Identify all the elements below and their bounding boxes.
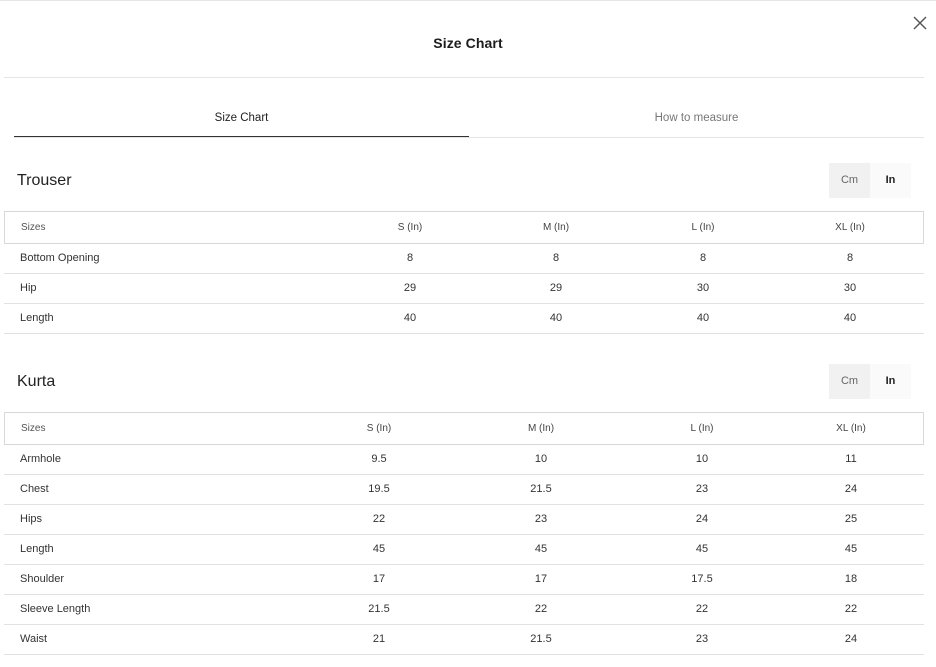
row-value: 21.5 [368, 603, 390, 615]
row-value: 25 [844, 513, 858, 525]
section-title-kurta: Kurta [17, 373, 56, 390]
row-value: 30 [843, 282, 857, 294]
unit-toggle-trouser: Cm In [829, 163, 911, 198]
header-size-col: L (In) [690, 423, 714, 434]
size-table-kurta: Sizes S (In) M (In) L (In) XL (In) Armhole 9.5… [4, 412, 924, 655]
row-label: Bottom Opening [20, 252, 100, 264]
row-value: 40 [843, 312, 857, 324]
table-row: Armhole 9.5 10 10 11 [4, 445, 924, 475]
row-label: Hip [20, 282, 37, 294]
row-value: 45 [695, 543, 709, 555]
row-value: 18 [844, 573, 858, 585]
row-value: 45 [534, 543, 548, 555]
row-value: 30 [696, 282, 710, 294]
header-size-col: XL (In) [835, 222, 865, 233]
unit-in-button[interactable]: In [870, 364, 911, 399]
row-value: 40 [549, 312, 563, 324]
modal-top-border [0, 0, 936, 1]
header-sizes: Sizes [21, 423, 46, 434]
row-value: 19.5 [368, 483, 390, 495]
section-title-trouser: Trouser [17, 172, 72, 189]
unit-cm-button[interactable]: Cm [829, 163, 870, 198]
table-row: Bottom Opening 8 8 8 8 [4, 244, 924, 274]
close-button[interactable] [911, 14, 929, 32]
modal-title: Size Chart [433, 35, 503, 51]
row-value: 21 [372, 633, 386, 645]
tab-bar: Size Chart How to measure [14, 100, 924, 138]
row-value: 29 [549, 282, 563, 294]
table-row: Waist 21 21.5 23 24 [4, 625, 924, 655]
row-label: Armhole [20, 453, 61, 465]
table-row: Shoulder 17 17 17.5 18 [4, 565, 924, 595]
table-row: Sleeve Length 21.5 22 22 22 [4, 595, 924, 625]
row-value: 17 [372, 573, 386, 585]
title-divider [4, 77, 924, 78]
row-value: 22 [695, 603, 709, 615]
header-size-col: M (In) [542, 222, 570, 233]
unit-toggle-kurta: Cm In [829, 364, 911, 399]
row-value: 45 [372, 543, 386, 555]
table-row: Hips 22 23 24 25 [4, 505, 924, 535]
row-value: 24 [695, 513, 709, 525]
row-label: Length [20, 543, 54, 555]
row-label: Waist [20, 633, 48, 645]
row-value: 11 [845, 453, 857, 465]
row-value: 8 [846, 252, 854, 264]
header-sizes: Sizes [21, 222, 46, 233]
table-row: Length 40 40 40 40 [4, 304, 924, 334]
table-row: Chest 19.5 21.5 23 24 [4, 475, 924, 505]
row-value: 45 [844, 543, 858, 555]
row-label: Sleeve Length [20, 603, 91, 615]
row-value: 17 [534, 573, 548, 585]
row-value: 9.5 [371, 453, 387, 465]
header-size-col: M (In) [527, 423, 555, 434]
row-value: 8 [406, 252, 414, 264]
size-table-trouser: Sizes S (In) M (In) L (In) XL (In) Bottom Ope… [4, 211, 924, 334]
row-label: Hips [20, 513, 43, 525]
row-value: 10 [534, 453, 548, 465]
row-value: 17.5 [691, 573, 713, 585]
table-header-row: Sizes S (In) M (In) L (In) XL (In) [4, 211, 924, 244]
row-value: 21.5 [530, 633, 552, 645]
row-value: 24 [844, 633, 858, 645]
row-label: Length [20, 312, 54, 324]
row-label: Shoulder [20, 573, 65, 585]
row-value: 40 [696, 312, 710, 324]
row-value: 10 [695, 453, 709, 465]
row-value: 29 [403, 282, 417, 294]
header-size-col: L (In) [691, 222, 715, 233]
table-header-row: Sizes S (In) M (In) L (In) XL (In) [4, 412, 924, 445]
row-value: 8 [699, 252, 707, 264]
header-size-col: XL (In) [836, 423, 866, 434]
row-value: 22 [372, 513, 386, 525]
header-size-col: S (In) [397, 222, 423, 233]
table-row: Length 45 45 45 45 [4, 535, 924, 565]
row-value: 40 [403, 312, 417, 324]
header-size-col: S (In) [366, 423, 392, 434]
row-value: 22 [844, 603, 858, 615]
row-value: 24 [844, 483, 858, 495]
row-value: 23 [695, 483, 709, 495]
table-row: Hip 29 29 30 30 [4, 274, 924, 304]
tab-size-chart[interactable]: Size Chart [14, 100, 469, 137]
close-icon [913, 16, 927, 30]
row-value: 21.5 [530, 483, 552, 495]
row-label: Chest [20, 483, 49, 495]
unit-in-button[interactable]: In [870, 163, 911, 198]
row-value: 23 [534, 513, 548, 525]
row-value: 22 [534, 603, 548, 615]
row-value: 8 [552, 252, 560, 264]
unit-cm-button[interactable]: Cm [829, 364, 870, 399]
tab-how-to-measure[interactable]: How to measure [469, 100, 924, 137]
row-value: 23 [695, 633, 709, 645]
